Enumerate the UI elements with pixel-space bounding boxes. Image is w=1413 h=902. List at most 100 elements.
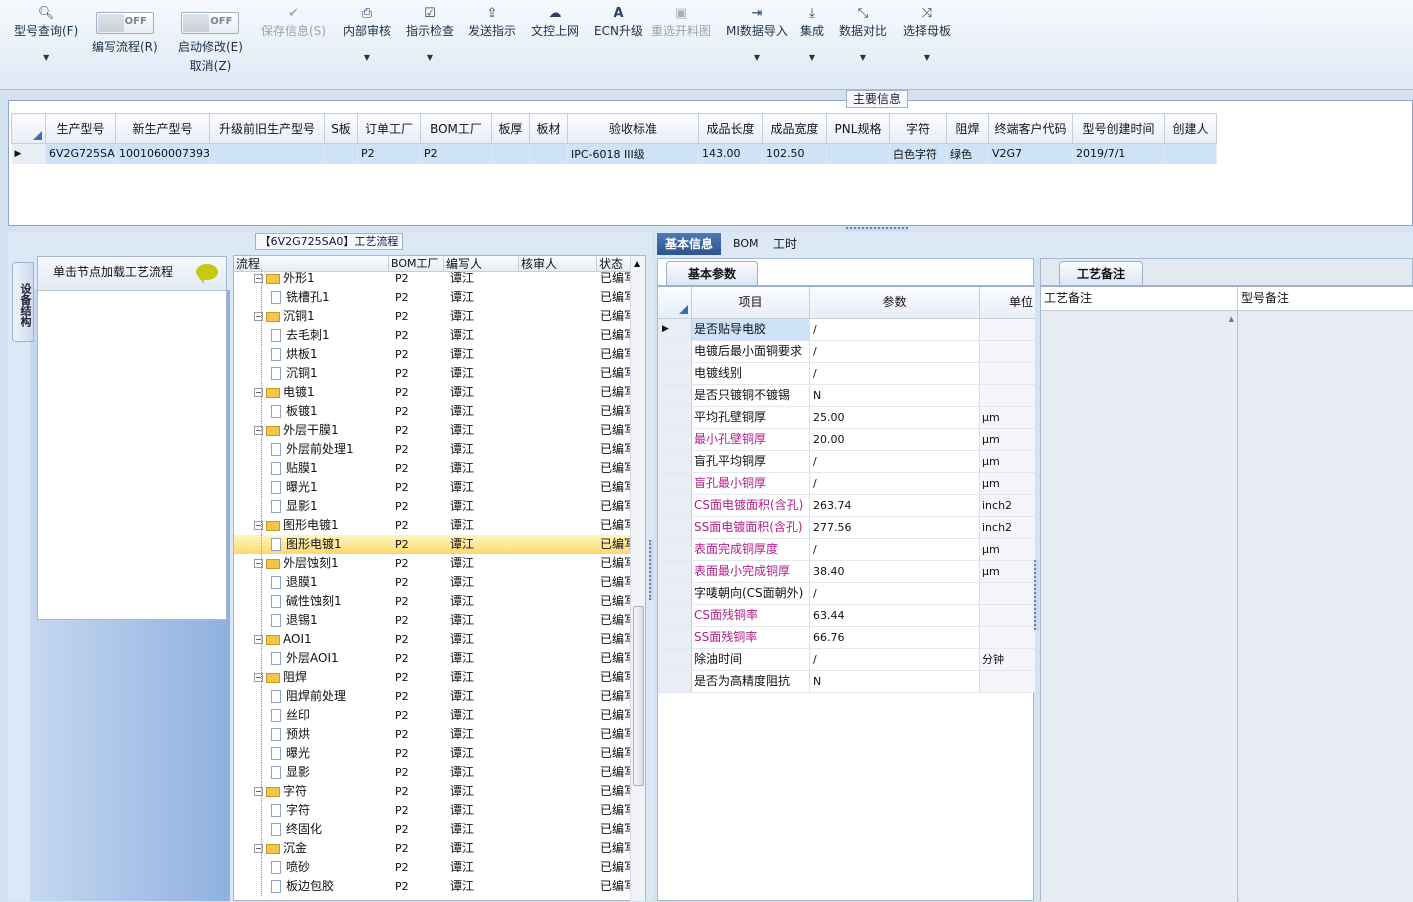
row-indicator[interactable] — [658, 429, 692, 450]
table-cell[interactable]: 绿色 — [946, 143, 989, 164]
param-value[interactable]: / — [810, 473, 980, 494]
tab-process-notes[interactable]: 工艺备注 — [1059, 261, 1143, 285]
param-value[interactable]: N — [810, 385, 980, 406]
column-header[interactable]: 生产型号 — [45, 113, 116, 144]
tree-row[interactable]: 碱性蚀刻1 P2 谭江 已编写 — [234, 592, 631, 611]
tab-basic-info[interactable]: 基本信息 — [657, 233, 722, 255]
select-board-button[interactable]: ⤨ 选择母板 ▼ — [903, 6, 951, 62]
vertical-splitter[interactable] — [649, 540, 653, 600]
table-cell[interactable]: P2 — [420, 143, 492, 164]
tree-row[interactable]: −外形1 P2 谭江 已编写 — [234, 269, 631, 288]
chevron-down-icon[interactable]: ▼ — [903, 53, 951, 62]
tree-row[interactable]: 板镀1 P2 谭江 已编写 — [234, 402, 631, 421]
table-row[interactable]: ▶ 6V2G725SA0 10010600073932 P2 P2 IPC-6018 II… — [11, 143, 1217, 164]
reselect-cutting-button[interactable]: ▣ 重选开料图 — [651, 6, 711, 39]
tree-row[interactable]: −图形电镀1 P2 谭江 已编写 — [234, 516, 631, 535]
row-indicator[interactable] — [658, 363, 692, 384]
scroll-up-icon[interactable]: ▲ — [1229, 315, 1234, 323]
tab-basic-params[interactable]: 基本参数 — [666, 261, 758, 285]
param-value[interactable]: 66.76 — [810, 627, 980, 648]
tree-row[interactable]: 退膜1 P2 谭江 已编写 — [234, 573, 631, 592]
column-header[interactable]: 字符 — [889, 113, 947, 144]
tree-row[interactable]: 喷砂 P2 谭江 已编写 — [234, 858, 631, 877]
row-indicator[interactable] — [658, 605, 692, 626]
table-cell[interactable]: 白色字符 — [889, 143, 947, 164]
row-indicator[interactable] — [658, 473, 692, 494]
integrate-button[interactable]: ⤓ 集成 ▼ — [800, 6, 824, 62]
column-header[interactable]: 订单工厂 — [357, 113, 421, 144]
column-header[interactable]: 终端客户代码 — [988, 113, 1073, 144]
row-indicator[interactable] — [658, 539, 692, 560]
param-value[interactable]: 277.56 — [810, 517, 980, 538]
param-value[interactable]: / — [810, 451, 980, 472]
table-cell[interactable]: 10010600073932 — [115, 143, 210, 164]
tree-row[interactable]: −阻焊 P2 谭江 已编写 — [234, 668, 631, 687]
param-row[interactable]: CS面残铜率 63.44 — [658, 605, 1035, 627]
param-value[interactable]: / — [810, 649, 980, 670]
param-row[interactable]: SS面残铜率 66.76 — [658, 627, 1035, 649]
param-value[interactable]: / — [810, 583, 980, 604]
table-cell[interactable] — [826, 143, 890, 164]
column-header[interactable]: 阻焊 — [946, 113, 989, 144]
table-cell[interactable] — [1164, 143, 1217, 164]
tree-row[interactable]: 退锡1 P2 谭江 已编写 — [234, 611, 631, 630]
column-header[interactable]: 成品长度 — [698, 113, 763, 144]
tree-row[interactable]: −外层干膜1 P2 谭江 已编写 — [234, 421, 631, 440]
tree-row[interactable]: 丝印 P2 谭江 已编写 — [234, 706, 631, 725]
param-value[interactable]: / — [810, 319, 980, 340]
table-cell[interactable]: IPC-6018 III级 — [567, 143, 699, 164]
send-instruction-button[interactable]: ⇪ 发送指示 — [468, 6, 516, 39]
tree-row[interactable]: 曝光 P2 谭江 已编写 — [234, 744, 631, 763]
column-header[interactable]: 型号创建时间 — [1072, 113, 1165, 144]
param-row[interactable]: 是否为高精度阻抗 N — [658, 671, 1035, 693]
horizontal-splitter[interactable] — [846, 227, 908, 231]
param-row[interactable]: 是否只镀铜不镀锡 N — [658, 385, 1035, 407]
tree-row[interactable]: 字符 P2 谭江 已编写 — [234, 801, 631, 820]
tree-row[interactable]: −AOI1 P2 谭江 已编写 — [234, 630, 631, 649]
column-header[interactable]: 验收标准 — [567, 113, 699, 144]
param-row[interactable]: 表面完成铜厚度 / μm — [658, 539, 1035, 561]
table-cell[interactable]: 2019/7/1 — [1072, 143, 1165, 164]
column-header[interactable]: BOM工厂 — [420, 113, 492, 144]
tree-row[interactable]: 图形电镀1 P2 谭江 已编写 — [234, 535, 631, 554]
tree-row[interactable]: 终固化 P2 谭江 已编写 — [234, 820, 631, 839]
process-hint-header[interactable]: 单击节点加载工艺流程 — [38, 257, 226, 291]
vertical-splitter-right[interactable] — [1034, 560, 1039, 630]
param-value[interactable]: 63.44 — [810, 605, 980, 626]
param-row[interactable]: SS面电镀面积(含孔) 277.56 inch2 — [658, 517, 1035, 539]
param-row[interactable]: 表面最小完成铜厚 38.40 μm — [658, 561, 1035, 583]
param-row[interactable]: 盲孔平均铜厚 / μm — [658, 451, 1035, 473]
column-header[interactable]: 新生产型号 — [115, 113, 210, 144]
row-indicator[interactable] — [658, 649, 692, 670]
tree-row[interactable]: 铣槽孔1 P2 谭江 已编写 — [234, 288, 631, 307]
table-cell[interactable]: 143.00 — [698, 143, 763, 164]
doc-upload-button[interactable]: ☁ 文控上网 — [531, 6, 579, 39]
row-indicator[interactable] — [658, 407, 692, 428]
tab-bom[interactable]: BOM — [725, 233, 767, 255]
param-value[interactable]: 25.00 — [810, 407, 980, 428]
column-header[interactable]: S板 — [324, 113, 358, 144]
row-indicator[interactable] — [658, 451, 692, 472]
tree-row[interactable]: −沉铜1 P2 谭江 已编写 — [234, 307, 631, 326]
chevron-down-icon[interactable]: ▼ — [726, 53, 788, 62]
column-unit[interactable]: 单位 — [980, 287, 1035, 318]
cancel-modify-button[interactable]: 取消(Z) — [190, 59, 232, 73]
row-indicator[interactable]: ▶ — [658, 319, 692, 340]
scrollbar-thumb[interactable] — [633, 606, 644, 786]
tree-row[interactable]: 预烘 P2 谭江 已编写 — [234, 725, 631, 744]
column-param[interactable]: 参数 — [810, 287, 980, 318]
chevron-down-icon[interactable]: ▼ — [406, 53, 454, 62]
row-indicator[interactable] — [658, 561, 692, 582]
param-row[interactable]: 盲孔最小铜厚 / μm — [658, 473, 1035, 495]
row-indicator[interactable] — [658, 517, 692, 538]
tree-row[interactable]: 贴膜1 P2 谭江 已编写 — [234, 459, 631, 478]
start-modify-toggle[interactable]: OFF 启动修改(E) 取消(Z) — [178, 12, 243, 77]
tree-row[interactable]: −沉金 P2 谭江 已编写 — [234, 839, 631, 858]
column-header[interactable]: 创建人 — [1164, 113, 1217, 144]
column-header[interactable]: 板厚 — [491, 113, 530, 144]
select-all-corner[interactable] — [11, 113, 46, 144]
column-header[interactable]: 成品宽度 — [762, 113, 827, 144]
tab-device-structure[interactable]: 设备结构 — [12, 262, 34, 342]
param-row[interactable]: 除油时间 / 分钟 — [658, 649, 1035, 671]
mi-import-button[interactable]: ⇥ MI数据导入 ▼ — [726, 6, 788, 62]
